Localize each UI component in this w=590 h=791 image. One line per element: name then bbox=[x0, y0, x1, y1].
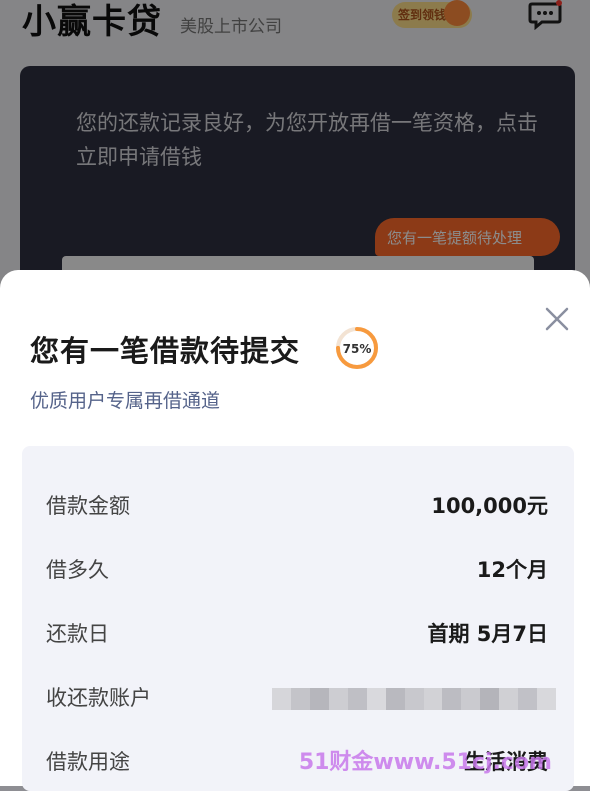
row-value: 12个月 bbox=[476, 558, 548, 582]
blurred-account-number bbox=[272, 688, 557, 710]
row-label: 借款金额 bbox=[46, 494, 130, 518]
row-value: 100,000元 bbox=[431, 494, 548, 518]
watermark: 51财金www.51cj.com bbox=[298, 750, 552, 775]
row-loan-term[interactable]: 借多久 12个月 bbox=[22, 548, 574, 588]
row-label: 还款日 bbox=[46, 622, 109, 646]
sheet-title: 您有一笔借款待提交 bbox=[30, 334, 301, 368]
loan-pending-sheet: 您有一笔借款待提交 75% 优质用户专属再借通道 借款金额 100,000元 借… bbox=[0, 270, 590, 791]
row-label: 借多久 bbox=[46, 558, 109, 582]
row-bank-account[interactable]: 收还款账户 bbox=[22, 676, 574, 716]
progress-label: 75% bbox=[343, 342, 372, 356]
row-loan-amount: 借款金额 100,000元 bbox=[22, 484, 574, 524]
progress-ring: 75% bbox=[336, 327, 378, 369]
row-value: 首期 5月7日 bbox=[427, 622, 548, 646]
row-label: 收还款账户 bbox=[46, 686, 151, 710]
close-icon[interactable] bbox=[540, 302, 574, 336]
row-repayment-date: 还款日 首期 5月7日 bbox=[22, 612, 574, 652]
sheet-subtitle: 优质用户专属再借通道 bbox=[30, 390, 221, 412]
row-label: 借款用途 bbox=[46, 750, 130, 774]
row-loan-purpose[interactable]: 借款用途 生活消费 51财金www.51cj.com bbox=[22, 740, 574, 780]
loan-info-card: 借款金额 100,000元 借多久 12个月 还款日 首期 5月7日 收还款账户… bbox=[22, 446, 574, 791]
